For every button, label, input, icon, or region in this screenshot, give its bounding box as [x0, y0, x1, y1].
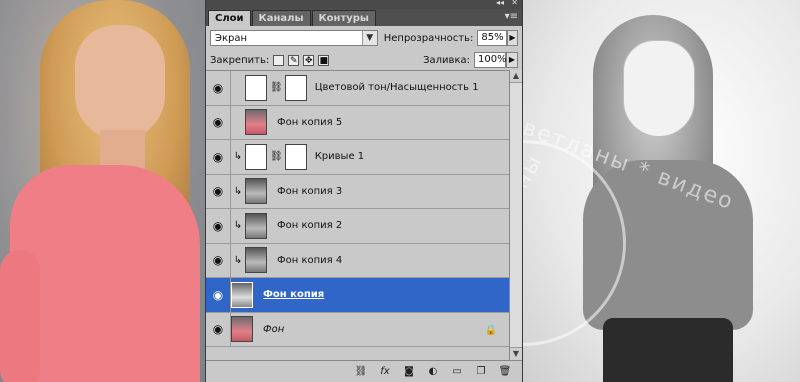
layer-mask[interactable] — [284, 143, 307, 170]
panel-menu-icon[interactable]: ▾≡ — [505, 11, 518, 22]
chevron-down-icon[interactable]: ▼ — [361, 31, 377, 45]
layer-name: Цветовой тон/Насыщенность 1 — [314, 82, 479, 94]
clip-arrow-icon: ↳ — [233, 185, 243, 197]
layer-bg-copy-5[interactable]: ◉ Фон копия 5 — [206, 105, 509, 140]
layer-thumbnail — [245, 212, 267, 239]
photo-face — [623, 40, 695, 137]
panel-titlebar: ◂◂ ✕ — [206, 0, 522, 9]
clip-arrow-icon: ↳ — [233, 151, 243, 163]
close-icon[interactable]: ✕ — [511, 0, 518, 7]
layer-thumbnail — [231, 316, 253, 343]
eye-icon[interactable]: ◉ — [206, 105, 231, 139]
eye-icon[interactable]: ◉ — [206, 140, 231, 174]
panel-tabs: Слои Каналы Контуры ▾≡ — [206, 9, 522, 26]
photo-arm — [0, 250, 40, 382]
eye-icon[interactable]: ◉ — [206, 174, 231, 208]
layers-scrollbar[interactable]: ▲ ▼ — [509, 70, 522, 360]
lock-all-icon[interactable]: ■ — [318, 54, 330, 66]
layer-name: Фон копия — [263, 289, 325, 301]
tab-channels[interactable]: Каналы — [251, 10, 311, 26]
lock-row: Закрепить: ✎ ✥ ■ Заливка: 100% ▶ — [206, 50, 522, 70]
photo-jeans — [603, 318, 733, 382]
clip-arrow-icon: ↳ — [233, 254, 243, 266]
layer-name: Фон копия 2 — [277, 220, 343, 232]
adjustment-layer-icon[interactable]: ◐ — [424, 364, 442, 380]
layer-hue-saturation[interactable]: ◉ ⛓ Цветовой тон/Насыщенность 1 — [206, 71, 509, 106]
layer-name: Фон копия 3 — [277, 185, 343, 197]
blend-row: Экран ▼ Непрозрачность: 85% ▶ — [206, 26, 522, 50]
new-layer-icon[interactable]: ❐ — [472, 364, 490, 380]
opacity-slider-button[interactable]: ▶ — [506, 30, 518, 46]
layer-thumbnail — [231, 281, 253, 308]
eye-icon[interactable]: ◉ — [206, 312, 231, 346]
fill-slider-button[interactable]: ▶ — [506, 52, 518, 68]
collapse-icon[interactable]: ◂◂ — [496, 0, 504, 7]
curves-icon — [245, 143, 267, 170]
fill-label: Заливка: — [423, 54, 470, 66]
lock-label: Закрепить: — [210, 54, 270, 66]
new-group-icon[interactable]: ▭ — [448, 364, 466, 380]
trash-icon[interactable]: 🗑 — [496, 364, 514, 380]
lock-position-icon[interactable]: ✥ — [303, 54, 315, 66]
opacity-label: Непрозрачность: — [383, 32, 474, 44]
layer-mask[interactable] — [284, 74, 307, 101]
scroll-up-icon[interactable]: ▲ — [510, 70, 522, 83]
link-icon[interactable]: ⛓ — [270, 82, 283, 93]
layer-name: Кривые 1 — [314, 151, 365, 163]
layer-name: Фон копия 5 — [277, 116, 343, 128]
link-icon[interactable]: ⛓ — [270, 151, 283, 162]
layer-bg-copy-3[interactable]: ◉ ↳ Фон копия 3 — [206, 174, 509, 209]
layer-bg-copy-4[interactable]: ◉ ↳ Фон копия 4 — [206, 243, 509, 278]
scroll-down-icon[interactable]: ▼ — [510, 347, 522, 360]
layer-name: Фон — [263, 323, 285, 335]
layer-bg-copy[interactable]: ◉ Фон копия — [206, 278, 509, 313]
eye-icon[interactable]: ◉ — [206, 243, 231, 277]
eye-icon[interactable]: ◉ — [206, 278, 231, 312]
layer-thumbnail — [245, 247, 267, 274]
layer-curves[interactable]: ◉ ↳ ⛓ Кривые 1 — [206, 140, 509, 175]
eye-icon[interactable]: ◉ — [206, 209, 231, 243]
clip-arrow-icon: ↳ — [233, 220, 243, 232]
layers-list: ◉ ⛓ Цветовой тон/Насыщенность 1 ◉ Фон ко… — [206, 70, 509, 361]
tab-paths[interactable]: Контуры — [311, 10, 376, 26]
layer-background[interactable]: ◉ Фон 🔒 — [206, 312, 509, 347]
blend-mode-select[interactable]: Экран ▼ — [210, 30, 378, 46]
original-photo — [0, 0, 206, 382]
lock-transparency-icon[interactable] — [273, 54, 285, 66]
lock-icon: 🔒 — [484, 324, 497, 336]
tab-layers[interactable]: Слои — [208, 10, 251, 26]
layer-style-icon[interactable]: fx — [376, 364, 394, 380]
layers-footer: ⛓ fx ◙ ◐ ▭ ❐ 🗑 — [206, 360, 522, 382]
layer-bg-copy-2[interactable]: ◉ ↳ Фон копия 2 — [206, 209, 509, 244]
eye-icon[interactable]: ◉ — [206, 71, 231, 105]
layer-thumbnail — [245, 109, 267, 136]
lock-pixels-icon[interactable]: ✎ — [288, 54, 300, 66]
layer-thumbnail — [245, 178, 267, 205]
adjustment-icon — [245, 74, 267, 101]
layer-name: Фон копия 4 — [277, 254, 343, 266]
blend-mode-value: Экран — [215, 32, 248, 44]
fill-field[interactable]: 100% — [474, 52, 507, 68]
link-layers-icon[interactable]: ⛓ — [352, 364, 370, 380]
layers-panel: ◂◂ ✕ Слои Каналы Контуры ▾≡ Экран ▼ Непр… — [205, 0, 523, 382]
photo-face — [75, 25, 165, 140]
opacity-field[interactable]: 85% — [477, 30, 507, 46]
add-mask-icon[interactable]: ◙ — [400, 364, 418, 380]
